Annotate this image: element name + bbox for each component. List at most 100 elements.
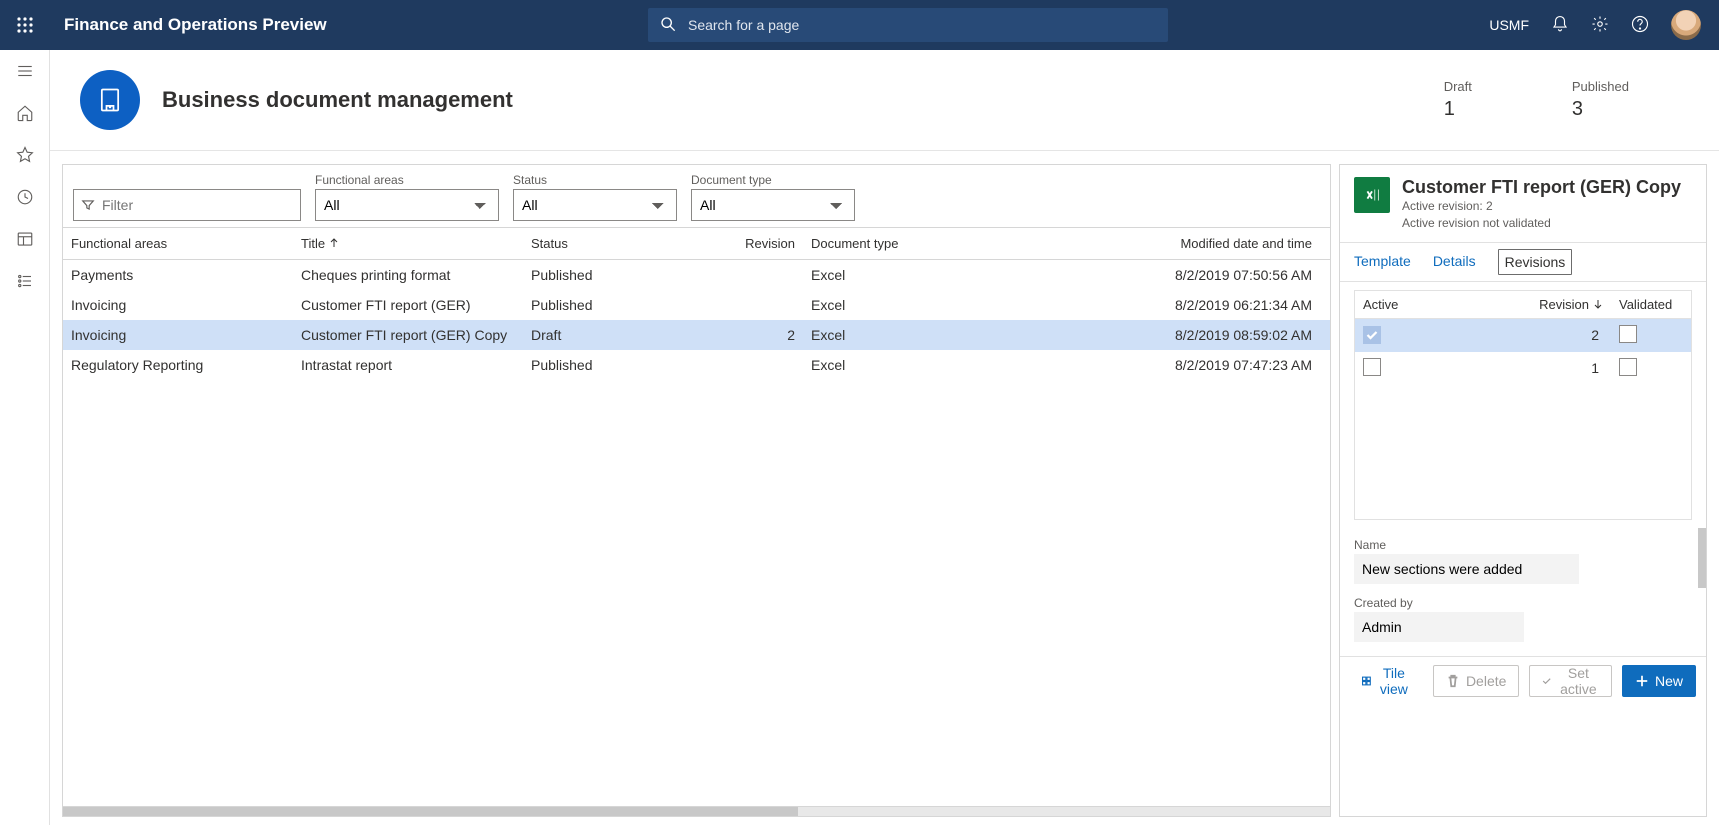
cell-functional-area: Invoicing (63, 290, 293, 320)
recent-icon[interactable] (0, 176, 50, 218)
cell-document-type: Excel (803, 290, 963, 320)
help-icon[interactable] (1631, 15, 1649, 36)
grid-panel: Functional areas All Status All Document… (62, 164, 1331, 817)
cell-title: Customer FTI report (GER) (293, 290, 523, 320)
workspaces-icon[interactable] (0, 218, 50, 260)
document-type-select[interactable]: All (691, 189, 855, 221)
metric-published-value: 3 (1572, 94, 1629, 121)
sort-desc-icon (1593, 297, 1603, 312)
cell-validated (1611, 352, 1691, 385)
set-active-button[interactable]: Set active (1529, 665, 1612, 697)
user-avatar[interactable] (1671, 10, 1701, 40)
details-sub1: Active revision: 2 (1402, 198, 1681, 215)
left-rail (0, 50, 50, 825)
col-title[interactable]: Title (293, 228, 523, 259)
cell-status: Published (523, 350, 723, 380)
table-row[interactable]: InvoicingCustomer FTI report (GER) CopyD… (63, 320, 1330, 350)
revcol-validated[interactable]: Validated (1611, 291, 1691, 318)
search-icon (660, 16, 676, 35)
horizontal-scrollbar[interactable] (63, 806, 1330, 816)
cell-document-type: Excel (803, 350, 963, 380)
details-panel: Customer FTI report (GER) Copy Active re… (1339, 164, 1707, 817)
revcol-revision[interactable]: Revision (1531, 291, 1611, 318)
delete-button[interactable]: Delete (1433, 665, 1519, 697)
cell-modified: 8/2/2019 07:47:23 AM (963, 350, 1330, 380)
gear-icon[interactable] (1591, 15, 1609, 36)
active-checkbox[interactable] (1363, 326, 1381, 344)
cell-revision: 2 (1531, 321, 1611, 349)
filter-row: Functional areas All Status All Document… (63, 165, 1330, 227)
cell-functional-area: Invoicing (63, 320, 293, 350)
document-type-label: Document type (691, 173, 855, 189)
metric-published: Published 3 (1572, 79, 1629, 121)
cell-title: Intrastat report (293, 350, 523, 380)
table-row[interactable]: Regulatory ReportingIntrastat reportPubl… (63, 350, 1330, 380)
status-select[interactable]: All (513, 189, 677, 221)
cell-functional-area: Regulatory Reporting (63, 350, 293, 380)
filter-icon (81, 198, 95, 215)
table-row[interactable]: PaymentsCheques printing formatPublished… (63, 260, 1330, 290)
page: Business document management Draft 1 Pub… (50, 50, 1719, 825)
topbar-right: USMF (1489, 10, 1719, 40)
revision-row[interactable]: 2 (1355, 319, 1691, 352)
tab-details[interactable]: Details (1433, 243, 1476, 281)
details-tabs: Template Details Revisions (1340, 242, 1706, 282)
functional-areas-select[interactable]: All (315, 189, 499, 221)
tile-view-button[interactable]: Tile view (1350, 665, 1423, 697)
status-label: Status (513, 173, 677, 189)
revisions-table: Active Revision Validated 21 (1354, 290, 1692, 520)
cell-functional-area: Payments (63, 260, 293, 290)
modules-icon[interactable] (0, 260, 50, 302)
page-title: Business document management (140, 87, 513, 113)
cell-modified: 8/2/2019 06:21:34 AM (963, 290, 1330, 320)
cell-active (1355, 320, 1531, 350)
cell-revision: 1 (1531, 354, 1611, 382)
search-input[interactable] (648, 8, 1168, 42)
revision-row[interactable]: 1 (1355, 352, 1691, 385)
name-label: Name (1354, 534, 1692, 552)
details-header: Customer FTI report (GER) Copy Active re… (1340, 165, 1706, 242)
entity-picker[interactable]: USMF (1489, 17, 1529, 33)
content: Functional areas All Status All Document… (50, 156, 1719, 825)
grid-header: Functional areas Title Status Revision D… (63, 227, 1330, 260)
col-status[interactable]: Status (523, 228, 723, 259)
cell-status: Published (523, 260, 723, 290)
tab-template[interactable]: Template (1354, 243, 1411, 281)
active-checkbox[interactable] (1363, 358, 1381, 376)
revisions-body: 21 (1355, 319, 1691, 519)
metric-published-label: Published (1572, 79, 1629, 94)
notifications-icon[interactable] (1551, 15, 1569, 36)
cell-active (1355, 352, 1531, 385)
hamburger-icon[interactable] (0, 50, 50, 92)
revcol-active[interactable]: Active (1355, 291, 1531, 318)
table-row[interactable]: InvoicingCustomer FTI report (GER)Publis… (63, 290, 1330, 320)
created-by-field[interactable] (1354, 612, 1524, 642)
vertical-scrollbar[interactable] (1698, 528, 1706, 588)
cell-modified: 8/2/2019 07:50:56 AM (963, 260, 1330, 290)
cell-modified: 8/2/2019 08:59:02 AM (963, 320, 1330, 350)
tab-revisions[interactable]: Revisions (1498, 249, 1573, 275)
col-document-type[interactable]: Document type (803, 228, 963, 259)
cell-title: Cheques printing format (293, 260, 523, 290)
validated-checkbox[interactable] (1619, 325, 1637, 343)
details-footer: Tile view Delete Set active New (1340, 656, 1706, 705)
home-icon[interactable] (0, 92, 50, 134)
app-launcher[interactable] (0, 0, 50, 50)
validated-checkbox[interactable] (1619, 358, 1637, 376)
favorites-icon[interactable] (0, 134, 50, 176)
cell-revision: 2 (723, 320, 803, 350)
name-field[interactable] (1354, 554, 1579, 584)
revision-form: Name Created by (1340, 528, 1706, 656)
col-revision[interactable]: Revision (723, 228, 803, 259)
metric-draft-label: Draft (1444, 79, 1472, 94)
cell-status: Draft (523, 320, 723, 350)
cell-title: Customer FTI report (GER) Copy (293, 320, 523, 350)
metric-draft: Draft 1 (1444, 79, 1472, 121)
cell-revision (723, 350, 803, 380)
col-modified[interactable]: Modified date and time (963, 228, 1330, 259)
app-title: Finance and Operations Preview (50, 15, 327, 35)
filter-input[interactable] (73, 189, 301, 221)
cell-revision (723, 260, 803, 290)
col-functional-areas[interactable]: Functional areas (63, 228, 293, 259)
new-button[interactable]: New (1622, 665, 1696, 697)
